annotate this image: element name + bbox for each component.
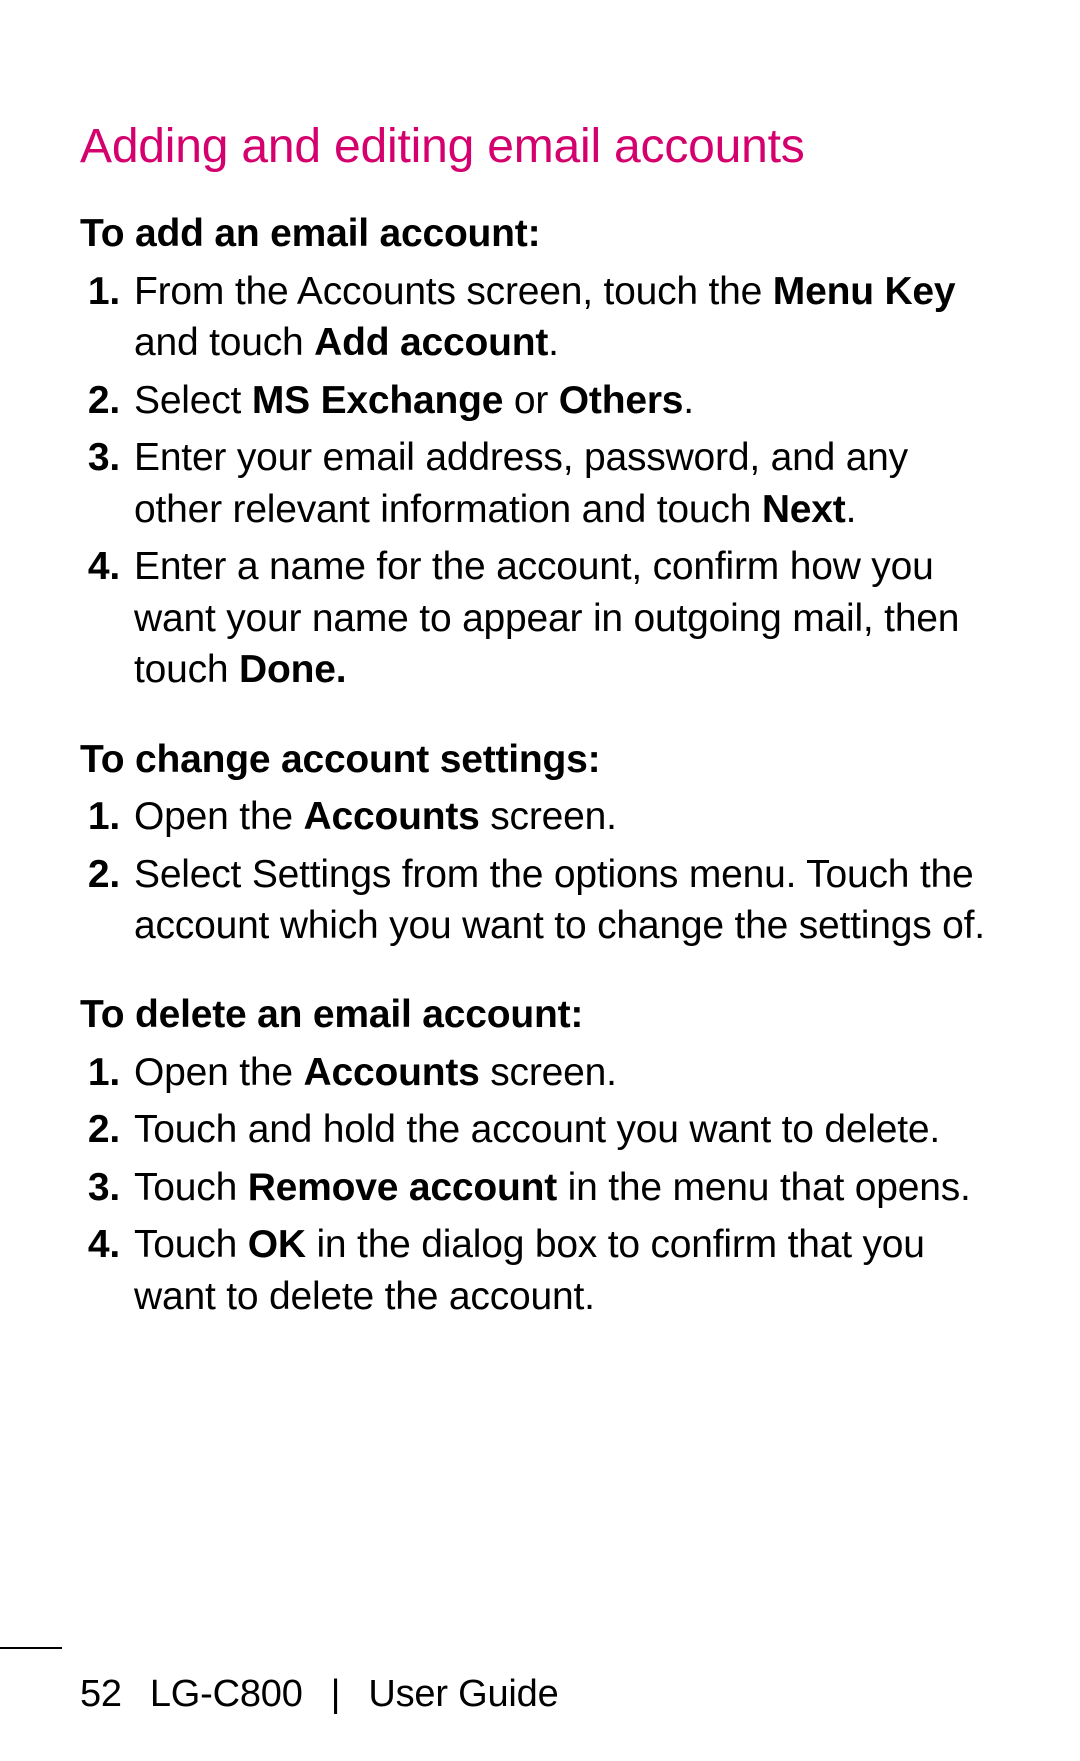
footer-divider	[0, 1647, 62, 1649]
item-text: Touch and hold the account you want to d…	[134, 1108, 940, 1151]
item-number: 2.	[80, 375, 120, 426]
subhead-delete-email: To delete an email account:	[80, 989, 1000, 1040]
page-footer: 52 LG-C800 | User Guide	[0, 1669, 1080, 1719]
page-number: 52	[80, 1669, 122, 1719]
item-text: From the Accounts screen, touch the Menu…	[134, 270, 955, 364]
list-item: 2. Select MS Exchange or Others.	[80, 375, 1000, 426]
list-item: 2. Select Settings from the options menu…	[80, 849, 1000, 952]
footer-separator: |	[331, 1669, 341, 1719]
item-number: 4.	[80, 541, 120, 592]
item-number: 4.	[80, 1219, 120, 1270]
item-text: Enter a name for the account, confirm ho…	[134, 545, 959, 691]
item-text: Touch OK in the dialog box to confirm th…	[134, 1223, 925, 1317]
item-text: Enter your email address, password, and …	[134, 436, 908, 530]
list-change-settings: 1. Open the Accounts screen. 2. Select S…	[80, 791, 1000, 951]
list-item: 3. Touch Remove account in the menu that…	[80, 1162, 1000, 1213]
item-text: Open the Accounts screen.	[134, 795, 617, 838]
item-text: Select MS Exchange or Others.	[134, 379, 694, 422]
item-number: 1.	[80, 266, 120, 317]
item-number: 2.	[80, 849, 120, 900]
section-title: Adding and editing email accounts	[80, 115, 1000, 178]
item-text: Open the Accounts screen.	[134, 1051, 617, 1094]
item-number: 1.	[80, 1047, 120, 1098]
item-text: Touch Remove account in the menu that op…	[134, 1166, 971, 1209]
item-number: 1.	[80, 791, 120, 842]
product-model: LG-C800	[150, 1669, 303, 1719]
document-label: User Guide	[368, 1669, 558, 1719]
page: Adding and editing email accounts To add…	[0, 0, 1080, 1761]
subhead-change-settings: To change account settings:	[80, 734, 1000, 785]
list-add-email: 1. From the Accounts screen, touch the M…	[80, 266, 1000, 696]
list-item: 1. Open the Accounts screen.	[80, 1047, 1000, 1098]
item-number: 2.	[80, 1104, 120, 1155]
list-item: 1. Open the Accounts screen.	[80, 791, 1000, 842]
list-item: 4. Touch OK in the dialog box to confirm…	[80, 1219, 1000, 1322]
item-text: Select Settings from the options menu. T…	[134, 853, 985, 947]
list-item: 3. Enter your email address, password, a…	[80, 432, 1000, 535]
item-number: 3.	[80, 1162, 120, 1213]
subhead-add-email: To add an email account:	[80, 208, 1000, 259]
list-delete-email: 1. Open the Accounts screen. 2. Touch an…	[80, 1047, 1000, 1322]
list-item: 1. From the Accounts screen, touch the M…	[80, 266, 1000, 369]
list-item: 4. Enter a name for the account, confirm…	[80, 541, 1000, 695]
list-item: 2. Touch and hold the account you want t…	[80, 1104, 1000, 1155]
item-number: 3.	[80, 432, 120, 483]
